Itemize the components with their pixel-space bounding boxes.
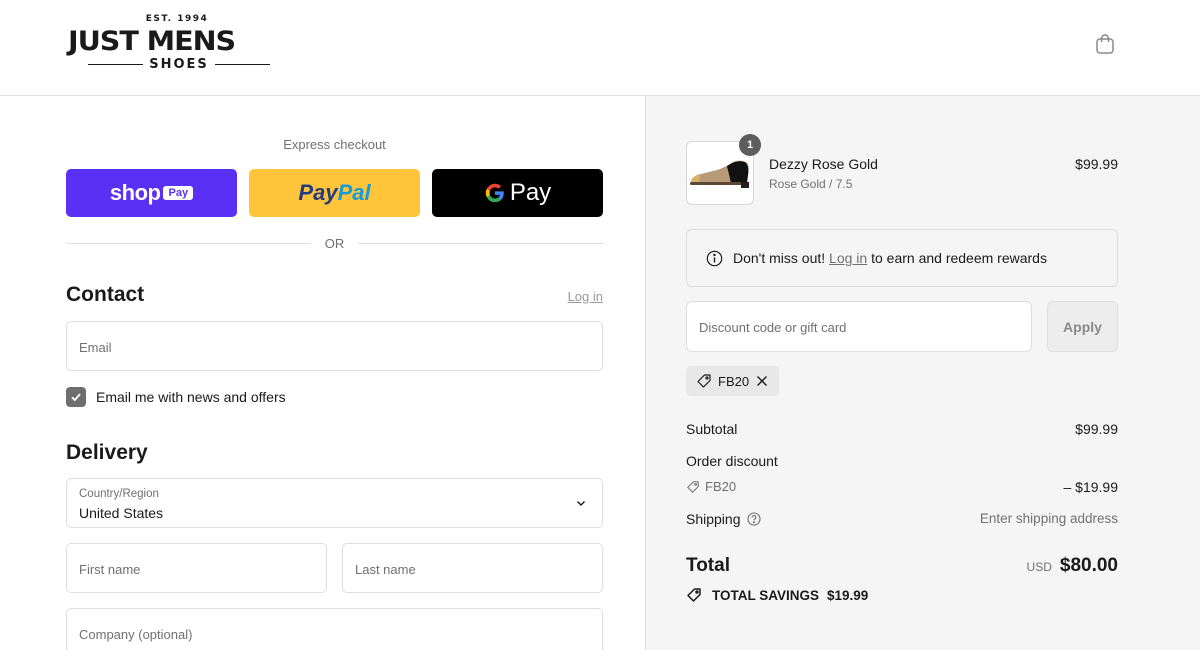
google-pay-button[interactable]: Pay bbox=[432, 169, 603, 217]
shop-pay-badge: Pay bbox=[163, 186, 194, 200]
divider-line bbox=[66, 243, 311, 244]
info-icon bbox=[706, 250, 723, 266]
brand-logo[interactable]: EST. 1994 JUST MENS SHOES bbox=[68, 14, 292, 76]
total-label: Total bbox=[686, 555, 730, 576]
checkmark-icon bbox=[71, 393, 81, 402]
order-discount-label: Order discount bbox=[686, 453, 778, 469]
paypal-button[interactable]: PayPal bbox=[249, 169, 420, 217]
shipping-value: Enter shipping address bbox=[979, 511, 1118, 526]
divider-line bbox=[358, 243, 603, 244]
country-value: United States bbox=[79, 505, 164, 521]
logo-name: JUST MENS bbox=[68, 26, 236, 57]
last-name-field[interactable]: Last name bbox=[342, 543, 603, 593]
rewards-suffix: to earn and redeem rewards bbox=[871, 250, 1047, 266]
total-savings: TOTAL SAVINGS $19.99 bbox=[686, 587, 868, 603]
order-discount-value: – $19.99 bbox=[1063, 479, 1119, 495]
remove-discount-icon[interactable] bbox=[755, 374, 769, 388]
applied-discount-chip: FB20 bbox=[686, 366, 780, 396]
total-value: $80.00 bbox=[1059, 555, 1118, 576]
apply-discount-button[interactable]: Apply bbox=[1047, 301, 1118, 352]
help-icon[interactable] bbox=[746, 512, 761, 526]
shipping-label: Shipping bbox=[686, 511, 741, 527]
paypal-part2: Pal bbox=[337, 180, 371, 205]
tag-icon bbox=[697, 374, 711, 388]
first-name-field[interactable]: First name bbox=[66, 543, 327, 593]
country-label: Country/Region bbox=[79, 488, 159, 500]
currency-code: USD bbox=[1026, 560, 1052, 574]
order-discount-code: FB20 bbox=[686, 479, 736, 494]
savings-value: $19.99 bbox=[827, 587, 869, 603]
login-link[interactable]: Log in bbox=[540, 289, 603, 304]
or-divider: OR bbox=[66, 236, 603, 251]
paypal-part1: Pay bbox=[298, 180, 338, 205]
subtotal-value: $99.99 bbox=[1075, 421, 1118, 437]
newsletter-checkbox-row[interactable]: Email me with news and offers bbox=[66, 387, 286, 407]
logo-est: EST. 1994 bbox=[145, 14, 209, 24]
delivery-title: Delivery bbox=[66, 441, 148, 464]
product-name: Dezzy Rose Gold bbox=[769, 156, 878, 172]
chevron-down-icon bbox=[577, 501, 585, 506]
shop-pay-word: shop bbox=[109, 180, 161, 205]
rewards-prefix: Don't miss out! bbox=[733, 250, 826, 266]
email-field[interactable]: Email bbox=[66, 321, 603, 371]
company-field[interactable]: Company (optional) bbox=[66, 608, 603, 650]
express-checkout-label: Express checkout bbox=[283, 137, 386, 152]
rewards-login-link[interactable]: Log in bbox=[829, 250, 867, 266]
shop-pay-button[interactable]: shop Pay bbox=[66, 169, 237, 217]
savings-tag-icon bbox=[687, 588, 701, 602]
total-amount-group: USD $80.00 bbox=[900, 555, 1118, 577]
logo-sub-row: SHOES bbox=[88, 57, 271, 72]
logo-sub: SHOES bbox=[149, 57, 209, 72]
savings-label: TOTAL SAVINGS bbox=[712, 587, 820, 603]
discount-code-input[interactable]: Discount code or gift card bbox=[686, 301, 1032, 352]
country-select[interactable]: Country/Region United States bbox=[66, 478, 603, 528]
tag-icon bbox=[687, 480, 699, 493]
google-g-icon bbox=[485, 183, 504, 203]
shipping-row: Shipping bbox=[686, 511, 761, 527]
order-discount-code-text: FB20 bbox=[705, 479, 737, 494]
rewards-banner: Don't miss out! Log in to earn and redee… bbox=[686, 229, 1118, 287]
rewards-text: Don't miss out! Log in to earn and redee… bbox=[733, 250, 1047, 266]
first-name-placeholder: First name bbox=[79, 562, 141, 577]
header: EST. 1994 JUST MENS SHOES bbox=[0, 0, 1200, 96]
product-variant: Rose Gold / 7.5 bbox=[769, 177, 853, 191]
company-placeholder: Company (optional) bbox=[79, 627, 193, 642]
shopping-bag-icon[interactable] bbox=[1094, 33, 1116, 55]
applied-code: FB20 bbox=[718, 373, 750, 389]
google-pay-word: Pay bbox=[509, 179, 552, 206]
newsletter-checkbox[interactable] bbox=[66, 387, 86, 407]
contact-title: Contact bbox=[66, 283, 145, 306]
last-name-placeholder: Last name bbox=[355, 562, 416, 577]
logo-rule-left bbox=[88, 64, 144, 65]
product-price: $99.99 bbox=[1075, 156, 1118, 172]
paypal-logo: PayPal bbox=[298, 180, 370, 206]
google-pay-logo: Pay bbox=[484, 179, 551, 207]
discount-placeholder: Discount code or gift card bbox=[699, 320, 847, 335]
logo-rule-right bbox=[214, 64, 271, 65]
newsletter-label: Email me with news and offers bbox=[96, 389, 286, 405]
email-placeholder: Email bbox=[79, 340, 112, 355]
quantity-badge: 1 bbox=[739, 134, 761, 156]
subtotal-label: Subtotal bbox=[686, 421, 738, 437]
or-label: OR bbox=[324, 236, 345, 251]
